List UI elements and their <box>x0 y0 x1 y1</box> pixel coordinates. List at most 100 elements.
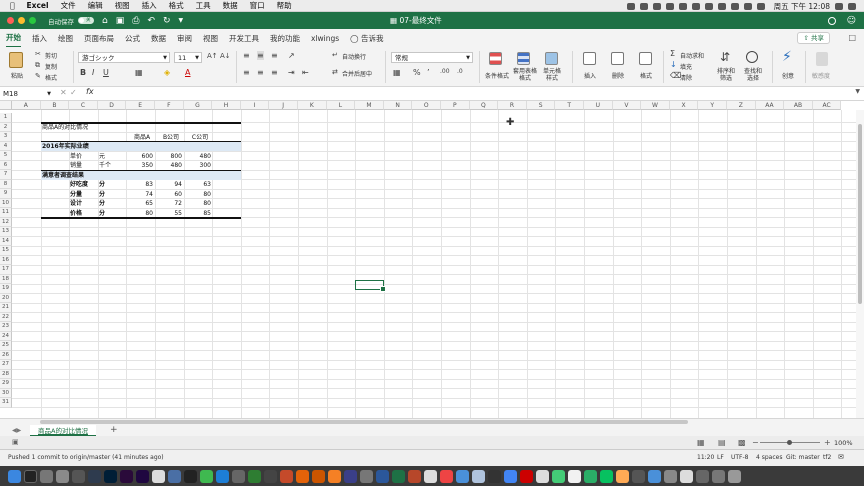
print-icon[interactable]: ⎙ <box>132 16 139 26</box>
survey-value[interactable]: 72 <box>157 199 182 209</box>
header-product-a[interactable]: 商品A <box>128 133 156 143</box>
sales-label[interactable]: 销量 <box>70 161 82 171</box>
insert-cells-icon[interactable] <box>583 52 596 65</box>
sheet-nav-icon[interactable]: ◀▶ <box>12 427 21 434</box>
menu-tools[interactable]: 工具 <box>196 0 211 11</box>
column-header[interactable]: R <box>498 101 527 110</box>
column-header[interactable]: E <box>126 101 155 110</box>
line-ending[interactable]: LF <box>717 454 724 461</box>
tab-home[interactable]: 开始 <box>6 29 21 48</box>
survey-unit[interactable]: 分 <box>99 180 105 190</box>
row-header[interactable]: 13 <box>0 227 12 237</box>
find-select-button[interactable]: 查找和选择 <box>742 68 764 82</box>
survey-value[interactable]: 60 <box>157 190 182 200</box>
app-icon[interactable] <box>264 469 277 483</box>
app-icon[interactable] <box>424 469 437 483</box>
search-icon[interactable] <box>835 2 843 10</box>
merge-center-button[interactable]: 合并后居中 <box>342 69 372 78</box>
comma-style-icon[interactable]: ’ <box>427 68 430 77</box>
app-icon[interactable] <box>680 469 693 483</box>
vertical-scroll-thumb[interactable] <box>858 124 862 304</box>
survey-label[interactable]: 设计 <box>70 199 82 209</box>
insert-cells-button[interactable]: 插入 <box>584 71 596 80</box>
finder-icon[interactable] <box>8 469 21 483</box>
row-header[interactable]: 7 <box>0 170 12 180</box>
row-header[interactable]: 21 <box>0 303 12 313</box>
row-header[interactable]: 31 <box>0 398 12 408</box>
align-middle-icon[interactable]: ≡ <box>257 51 264 60</box>
wechat-icon[interactable] <box>584 469 597 483</box>
minimize-window-button[interactable] <box>18 17 25 24</box>
decrease-decimal-icon[interactable]: .0 <box>457 68 463 75</box>
survey-unit[interactable]: 分 <box>99 190 105 200</box>
row-header[interactable]: 10 <box>0 198 12 208</box>
row-header[interactable]: 28 <box>0 369 12 379</box>
sales-value-a[interactable]: 350 <box>128 161 153 171</box>
survey-label[interactable]: 价格 <box>70 209 82 219</box>
powerpoint-icon[interactable] <box>408 469 421 483</box>
app-icon[interactable] <box>168 469 181 483</box>
format-painter-icon[interactable]: ✎ <box>35 72 41 80</box>
column-header[interactable]: Y <box>698 101 727 110</box>
tab-data[interactable]: 数据 <box>151 30 166 47</box>
column-header[interactable]: J <box>269 101 298 110</box>
launchpad-icon[interactable] <box>40 469 53 483</box>
app-icon[interactable] <box>696 469 709 483</box>
row-header[interactable]: 11 <box>0 208 12 218</box>
survey-value[interactable]: 85 <box>186 209 211 219</box>
price-value-a[interactable]: 600 <box>128 152 153 162</box>
row-header[interactable]: 12 <box>0 217 12 227</box>
app-icon[interactable] <box>232 469 245 483</box>
tray-icon[interactable] <box>678 2 687 10</box>
column-header[interactable]: C <box>69 101 98 110</box>
sales-value-b[interactable]: 480 <box>157 161 182 171</box>
tab-insert[interactable]: 插入 <box>32 30 47 47</box>
photoshop-icon[interactable] <box>104 469 117 483</box>
tab-review[interactable]: 审阅 <box>177 30 192 47</box>
conditional-format-button[interactable]: 条件格式 <box>485 71 509 80</box>
terminal-icon[interactable] <box>24 469 37 483</box>
sales-value-c[interactable]: 300 <box>186 161 211 171</box>
column-header[interactable]: U <box>584 101 613 110</box>
app-icon[interactable] <box>536 469 549 483</box>
column-header[interactable]: F <box>155 101 184 110</box>
ideas-button[interactable]: 创意 <box>782 71 794 80</box>
column-header[interactable]: P <box>441 101 470 110</box>
column-header[interactable]: V <box>612 101 642 110</box>
app-menu[interactable]: Excel <box>27 1 49 10</box>
premiere-icon[interactable] <box>120 469 133 483</box>
tab-xlwings[interactable]: xlwings <box>311 31 339 46</box>
app-icon[interactable] <box>440 469 453 483</box>
sensitivity-button[interactable]: 敏感度 <box>812 71 830 80</box>
align-left-icon[interactable]: ≡ <box>243 68 250 77</box>
file-encoding[interactable]: UTF-8 <box>731 454 749 461</box>
wifi-icon[interactable] <box>730 2 739 10</box>
row-header[interactable]: 26 <box>0 350 12 360</box>
delete-cells-icon[interactable] <box>611 52 624 65</box>
excel-icon[interactable] <box>392 469 405 483</box>
menu-data[interactable]: 数据 <box>223 0 238 11</box>
close-window-button[interactable] <box>7 17 14 24</box>
cut-button[interactable]: 剪切 <box>45 51 57 60</box>
trash-icon[interactable] <box>728 469 741 483</box>
selected-cell[interactable] <box>355 279 386 292</box>
app-icon[interactable] <box>248 469 261 483</box>
row-header[interactable]: 30 <box>0 388 12 398</box>
menu-help[interactable]: 帮助 <box>277 0 292 11</box>
tab-developer[interactable]: 开发工具 <box>229 30 259 47</box>
control-center-icon[interactable] <box>848 2 856 10</box>
wrap-text-icon[interactable]: ↵ <box>332 51 338 59</box>
confirm-entry-icon[interactable]: ✓ <box>70 88 77 97</box>
comments-icon[interactable]: □ <box>848 33 856 42</box>
price-value-b[interactable]: 800 <box>157 152 182 162</box>
menu-edit[interactable]: 编辑 <box>88 0 103 11</box>
app-icon[interactable] <box>88 469 101 483</box>
app-icon[interactable] <box>664 469 677 483</box>
app-icon[interactable] <box>456 469 469 483</box>
column-header[interactable]: AC <box>812 101 842 110</box>
zoom-slider-knob[interactable] <box>787 440 792 445</box>
tray-icon[interactable] <box>665 2 674 10</box>
row-header[interactable]: 3 <box>0 132 12 142</box>
zoom-level[interactable]: 100% <box>834 439 853 447</box>
tray-icon[interactable] <box>691 2 700 10</box>
